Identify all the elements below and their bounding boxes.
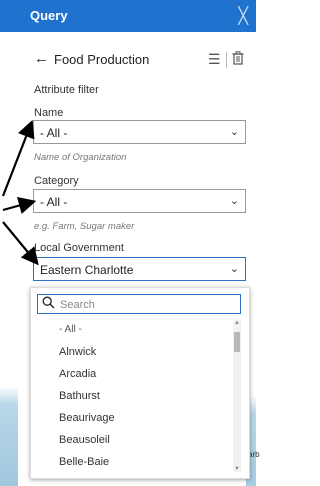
annotation-arrow-local-government <box>2 221 39 266</box>
annotation-arrow-category <box>2 197 37 214</box>
annotation-arrows <box>1 119 39 266</box>
annotation-arrow-name <box>1 119 35 197</box>
